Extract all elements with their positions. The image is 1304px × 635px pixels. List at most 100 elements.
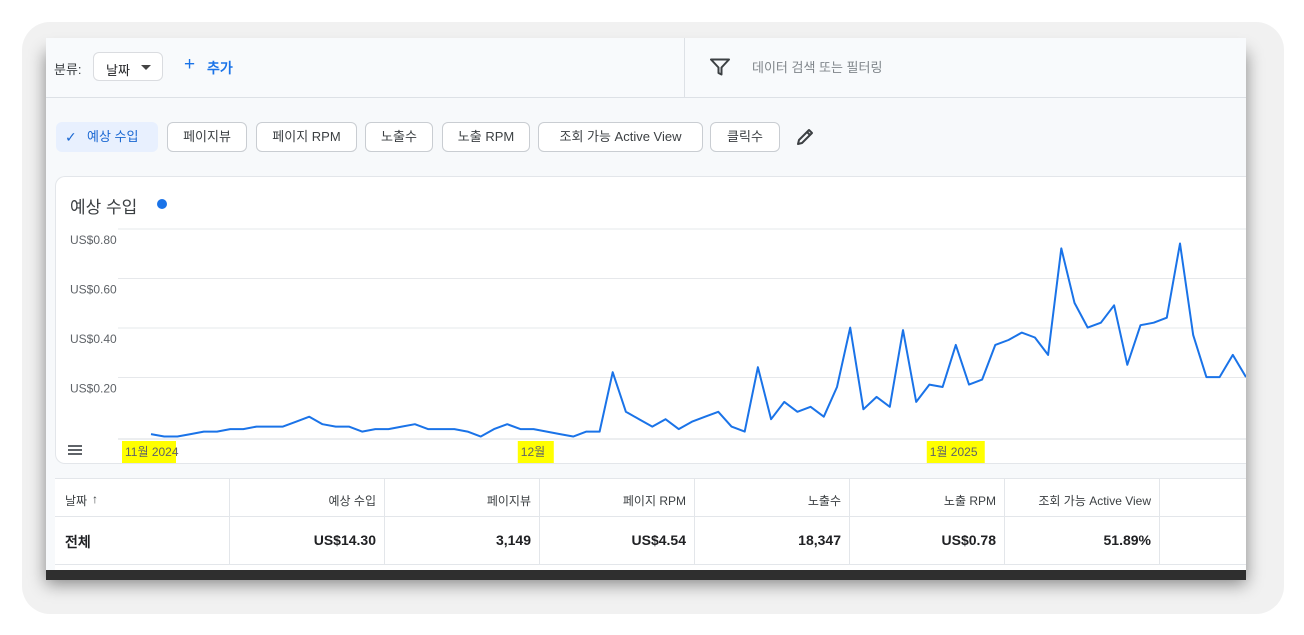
data-point[interactable] (677, 427, 681, 431)
column-header-active-view[interactable]: 조회 가능 Active View (1005, 479, 1160, 517)
data-point[interactable] (571, 435, 575, 439)
column-header-impressions[interactable]: 노출수 (695, 479, 850, 517)
data-point[interactable] (466, 430, 470, 434)
menu-lines-icon[interactable] (68, 445, 82, 457)
data-point[interactable] (848, 326, 852, 330)
data-point[interactable] (1059, 246, 1063, 250)
data-point[interactable] (228, 427, 232, 431)
metric-chip-clicks[interactable]: 클릭수 (710, 122, 780, 152)
data-point[interactable] (1112, 303, 1116, 307)
metric-chip-estimated-earnings[interactable]: ✓ 예상 수입 (56, 122, 158, 152)
data-point[interactable] (888, 405, 892, 409)
column-header-pageviews[interactable]: 페이지뷰 (385, 479, 540, 517)
data-point[interactable] (505, 422, 509, 426)
data-point[interactable] (650, 425, 654, 429)
data-point[interactable] (189, 432, 193, 436)
data-point[interactable] (729, 425, 733, 429)
data-point[interactable] (1178, 241, 1182, 245)
data-point[interactable] (1218, 375, 1222, 379)
data-point[interactable] (1046, 353, 1050, 357)
data-point[interactable] (1204, 375, 1208, 379)
data-point[interactable] (386, 427, 390, 431)
data-point[interactable] (1152, 321, 1156, 325)
metric-chip-active-view[interactable]: 조회 가능 Active View (538, 122, 703, 152)
filter-search-input[interactable] (750, 54, 1054, 80)
data-point[interactable] (307, 415, 311, 419)
data-point[interactable] (1125, 363, 1129, 367)
data-point[interactable] (809, 405, 813, 409)
data-point[interactable] (624, 410, 628, 414)
data-point[interactable] (360, 430, 364, 434)
data-point[interactable] (294, 420, 298, 424)
data-point[interactable] (1072, 301, 1076, 305)
data-point[interactable] (637, 417, 641, 421)
data-point[interactable] (1138, 323, 1142, 327)
data-point[interactable] (980, 378, 984, 382)
data-point[interactable] (413, 422, 417, 426)
data-point[interactable] (1086, 326, 1090, 330)
data-point[interactable] (993, 343, 997, 347)
data-point[interactable] (1033, 336, 1037, 340)
data-point[interactable] (782, 400, 786, 404)
column-header-impression-rpm[interactable]: 노출 RPM (850, 479, 1005, 517)
data-point[interactable] (532, 427, 536, 431)
data-point[interactable] (175, 435, 179, 439)
filter-icon[interactable] (710, 58, 730, 76)
data-point[interactable] (664, 417, 668, 421)
metric-chip-page-rpm[interactable]: 페이지 RPM (256, 122, 357, 152)
data-point[interactable] (1099, 321, 1103, 325)
data-point[interactable] (756, 365, 760, 369)
data-point[interactable] (941, 385, 945, 389)
data-point[interactable] (400, 425, 404, 429)
data-point[interactable] (452, 427, 456, 431)
data-point[interactable] (967, 383, 971, 387)
column-header-page-rpm[interactable]: 페이지 RPM (540, 479, 695, 517)
data-point[interactable] (215, 430, 219, 434)
edit-pencil-icon[interactable] (794, 126, 816, 148)
data-point[interactable] (202, 430, 206, 434)
data-point[interactable] (439, 427, 443, 431)
data-point[interactable] (875, 395, 879, 399)
data-point[interactable] (321, 422, 325, 426)
metric-chip-impression-rpm[interactable]: 노출 RPM (442, 122, 530, 152)
data-point[interactable] (334, 425, 338, 429)
data-point[interactable] (703, 415, 707, 419)
data-point[interactable] (558, 432, 562, 436)
data-point[interactable] (149, 432, 153, 436)
data-point[interactable] (598, 430, 602, 434)
data-point[interactable] (769, 417, 773, 421)
data-point[interactable] (584, 430, 588, 434)
data-point[interactable] (1007, 338, 1011, 342)
data-point[interactable] (835, 385, 839, 389)
data-point[interactable] (716, 410, 720, 414)
metric-chip-impressions[interactable]: 노출수 (365, 122, 433, 152)
data-point[interactable] (373, 427, 377, 431)
dimension-select[interactable]: 날짜 (93, 52, 163, 81)
data-point[interactable] (901, 328, 905, 332)
data-point[interactable] (426, 427, 430, 431)
data-point[interactable] (492, 427, 496, 431)
data-point[interactable] (914, 400, 918, 404)
data-point[interactable] (690, 420, 694, 424)
metric-chip-pageviews[interactable]: 페이지뷰 (167, 122, 247, 152)
data-point[interactable] (1165, 316, 1169, 320)
data-point[interactable] (241, 427, 245, 431)
data-point[interactable] (347, 425, 351, 429)
data-point[interactable] (281, 425, 285, 429)
data-point[interactable] (255, 425, 259, 429)
data-point[interactable] (479, 435, 483, 439)
data-point[interactable] (518, 427, 522, 431)
data-point[interactable] (954, 343, 958, 347)
data-point[interactable] (268, 425, 272, 429)
data-point[interactable] (927, 383, 931, 387)
data-point[interactable] (611, 370, 615, 374)
data-point[interactable] (861, 407, 865, 411)
data-point[interactable] (1191, 333, 1195, 337)
data-point[interactable] (1231, 353, 1235, 357)
data-point[interactable] (1020, 331, 1024, 335)
column-header-date[interactable]: 날짜 ↑ (55, 479, 230, 517)
data-point[interactable] (545, 430, 549, 434)
data-point[interactable] (743, 430, 747, 434)
data-point[interactable] (795, 410, 799, 414)
data-point[interactable] (162, 435, 166, 439)
